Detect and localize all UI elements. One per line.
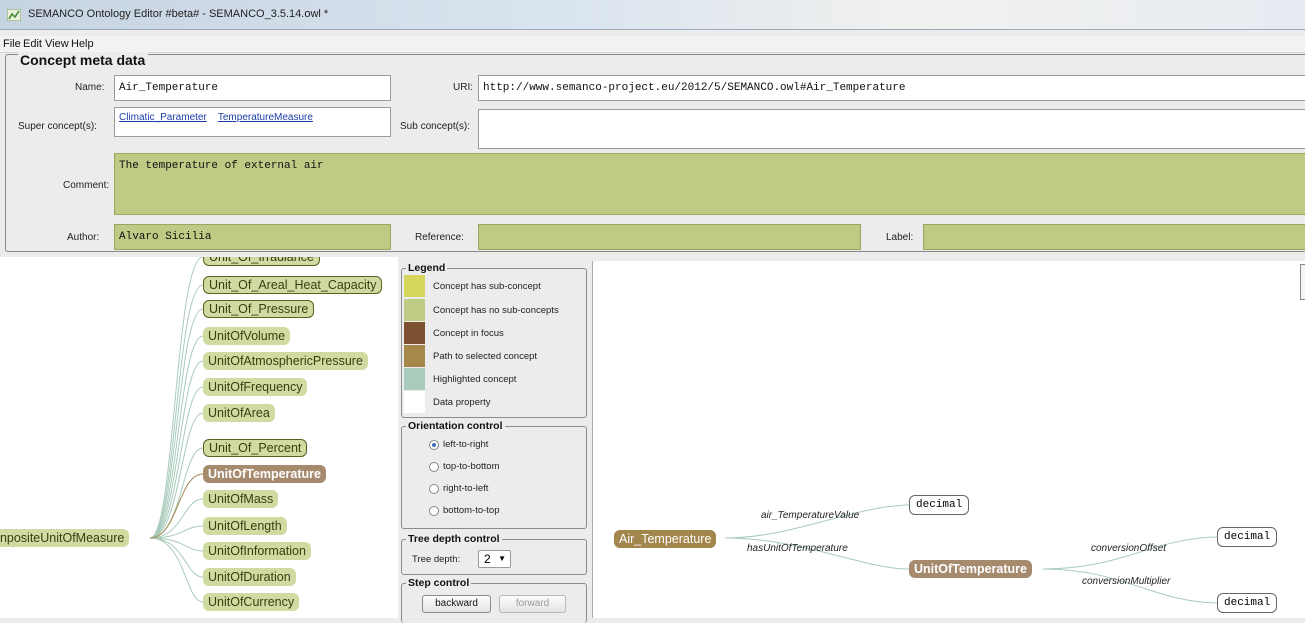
orientation-radio-top-to-bottom[interactable] — [429, 462, 439, 472]
graph-unit-node[interactable]: UnitOfTemperature — [909, 560, 1032, 578]
name-field[interactable]: Air_Temperature — [114, 75, 391, 101]
orientation-option-label[interactable]: bottom-to-top — [443, 505, 500, 516]
super-concepts-label: Super concept(s): — [18, 121, 97, 132]
orientation-option-label[interactable]: top-to-bottom — [443, 461, 500, 472]
graph-panel[interactable]: Air_Temperature UnitOfTemperature decima… — [592, 261, 1305, 618]
forward-button[interactable]: forward — [499, 595, 566, 613]
legend-label: Path to selected concept — [433, 351, 538, 362]
chevron-down-icon: ▼ — [498, 554, 506, 563]
backward-button[interactable]: backward — [422, 595, 491, 613]
step-title: Step control — [406, 577, 472, 589]
graph-focus-node[interactable]: Air_Temperature — [614, 530, 717, 548]
legend-swatch-data-property — [404, 391, 425, 413]
graph-edge-label: conversionMultiplier — [1082, 576, 1171, 587]
tree-node[interactable]: UnitOfMass — [203, 490, 279, 508]
name-label: Name: — [75, 82, 105, 93]
menu-bar: File Edit View Help — [0, 36, 1305, 53]
menu-help[interactable]: Help — [71, 38, 94, 50]
tree-node[interactable]: UnitOfAtmosphericPressure — [203, 352, 368, 370]
label-field[interactable] — [923, 224, 1305, 250]
uri-field[interactable]: http://www.semanco-project.eu/2012/5/SEM… — [478, 75, 1305, 101]
menu-edit[interactable]: Edit — [23, 38, 42, 50]
author-field[interactable]: Alvaro Sicilia — [114, 224, 391, 250]
orientation-radio-bottom-to-top[interactable] — [429, 506, 439, 516]
tree-depth-group: Tree depth control Tree depth: 2 ▼ — [401, 533, 587, 575]
tree-depth-select[interactable]: 2 ▼ — [478, 550, 511, 568]
tree-depth-label: Tree depth: — [412, 554, 461, 565]
concept-tree-panel[interactable]: pnpositeUnitOfMeasure Unit_Of_Irradiance… — [0, 257, 398, 618]
comment-label: Comment: — [63, 180, 110, 191]
legend-label: Concept in focus — [433, 328, 504, 339]
orientation-group: Orientation control left-to-right top-to… — [401, 420, 587, 529]
tree-depth-title: Tree depth control — [406, 533, 502, 545]
orientation-radio-left-to-right[interactable] — [429, 440, 439, 450]
step-group: Step control backward forward — [401, 577, 587, 623]
menu-view[interactable]: View — [45, 38, 69, 50]
tree-node[interactable]: Unit_Of_Irradiance — [203, 257, 320, 266]
tree-node[interactable]: UnitOfArea — [203, 404, 275, 422]
orientation-option-label[interactable]: left-to-right — [443, 439, 488, 450]
super-concepts-field[interactable]: Climatic_Parameter TemperatureMeasure — [114, 107, 391, 137]
label-label: Label: — [886, 232, 914, 243]
graph-data-node[interactable]: decimal — [1217, 593, 1278, 613]
concept-meta-title: Concept meta data — [18, 52, 149, 68]
legend-swatch-focus — [404, 322, 425, 344]
sub-concepts-field[interactable] — [478, 109, 1305, 149]
super-concept-link[interactable]: TemperatureMeasure — [218, 112, 313, 123]
menu-file[interactable]: File — [3, 38, 21, 50]
tree-node[interactable]: Unit_Of_Percent — [203, 439, 308, 457]
concept-meta-panel: Concept meta data Name: Air_Temperature … — [5, 52, 1305, 252]
tree-node[interactable]: Unit_Of_Areal_Heat_Capacity — [203, 276, 383, 294]
graph-edge-label: hasUnitOfTemperature — [747, 543, 848, 554]
legend-label: Highlighted concept — [433, 374, 517, 385]
window-titlebar: SEMANCO Ontology Editor #beta# - SEMANCO… — [0, 0, 1305, 30]
reference-label: Reference: — [415, 232, 464, 243]
graph-data-node[interactable]: decimal — [909, 495, 970, 515]
tree-node[interactable]: UnitOfFrequency — [203, 378, 308, 396]
sub-concepts-label: Sub concept(s): — [400, 121, 471, 132]
comment-field[interactable]: The temperature of external air — [114, 153, 1305, 215]
author-label: Author: — [67, 232, 100, 243]
graph-edge-label: air_TemperatureValue — [761, 510, 860, 521]
tree-node[interactable]: UnitOfLength — [203, 517, 287, 535]
tree-root-node[interactable]: pnpositeUnitOfMeasure — [0, 529, 130, 547]
legend-label: Concept has no sub-concepts — [433, 305, 559, 316]
uri-label: URI: — [453, 82, 473, 93]
window-title: SEMANCO Ontology Editor #beta# - SEMANCO… — [28, 8, 329, 20]
legend-swatch-sub-concept — [404, 275, 425, 297]
legend-swatch-highlighted — [404, 368, 425, 390]
graph-data-node[interactable]: decimal — [1217, 527, 1278, 547]
orientation-option-label[interactable]: right-to-left — [443, 483, 488, 494]
orientation-radio-right-to-left[interactable] — [429, 484, 439, 494]
tree-node-selected[interactable]: UnitOfTemperature — [203, 465, 326, 483]
legend-label: Data property — [433, 397, 491, 408]
legend-swatch-no-sub-concepts — [404, 299, 425, 321]
legend-title: Legend — [406, 262, 448, 274]
orientation-title: Orientation control — [406, 420, 505, 432]
app-icon — [7, 9, 21, 21]
super-concept-link[interactable]: Climatic_Parameter — [119, 112, 207, 123]
tree-node[interactable]: UnitOfCurrency — [203, 593, 300, 611]
legend-label: Concept has sub-concept — [433, 281, 541, 292]
reference-field[interactable] — [478, 224, 861, 250]
tree-node[interactable]: Unit_Of_Pressure — [203, 300, 315, 318]
control-column: Legend Concept has sub-concept Concept h… — [398, 257, 592, 623]
tree-node[interactable]: UnitOfDuration — [203, 568, 296, 586]
legend-group: Legend Concept has sub-concept Concept h… — [401, 262, 587, 418]
legend-swatch-path — [404, 345, 425, 367]
tree-edges — [149, 257, 204, 603]
tree-node[interactable]: UnitOfInformation — [203, 542, 311, 560]
graph-edge-label: conversionOffset — [1091, 543, 1167, 554]
tree-depth-value: 2 — [484, 552, 491, 566]
tree-node[interactable]: UnitOfVolume — [203, 327, 291, 345]
